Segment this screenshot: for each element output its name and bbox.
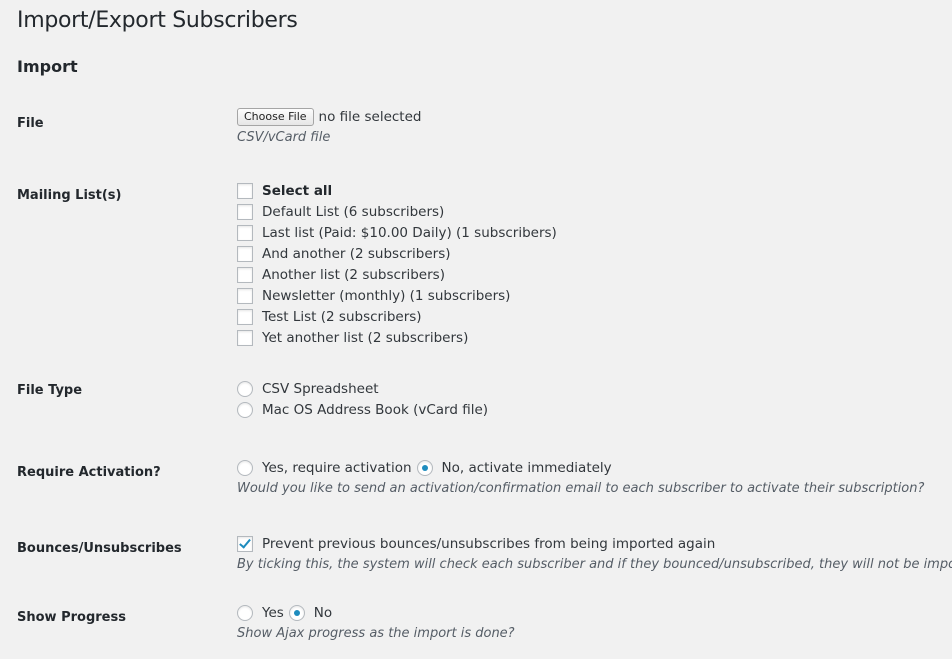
bounces-label: Bounces/Unsubscribes: [17, 541, 182, 556]
show-progress-field: Yes No Show Ajax progress as the import …: [237, 602, 515, 645]
mailing-list-checkbox[interactable]: [237, 203, 253, 220]
file-label: File: [17, 116, 44, 131]
progress-radio-yes[interactable]: [237, 604, 253, 621]
mailing-list-item[interactable]: Last list (Paid: $10.00 Daily) (1 subscr…: [237, 222, 557, 243]
file-type-radio-csv[interactable]: [237, 380, 253, 397]
progress-description: Show Ajax progress as the import is done…: [237, 626, 515, 641]
choose-file-button[interactable]: Choose File: [237, 108, 314, 126]
file-type-option-vcard[interactable]: Mac OS Address Book (vCard file): [237, 399, 488, 420]
mailing-list-checkbox[interactable]: [237, 224, 253, 241]
select-all-checkbox[interactable]: [237, 182, 253, 199]
file-status: no file selected: [318, 109, 422, 125]
file-type-field: CSV Spreadsheet Mac OS Address Book (vCa…: [237, 378, 488, 420]
progress-option-no[interactable]: No: [288, 602, 333, 623]
mailing-list-checkbox[interactable]: [237, 308, 253, 325]
bounces-option[interactable]: Prevent previous bounces/unsubscribes fr…: [237, 533, 952, 554]
bounces-field: Prevent previous bounces/unsubscribes fr…: [237, 533, 952, 576]
bounces-description: By ticking this, the system will check e…: [237, 557, 952, 572]
mailing-list-label: And another (2 subscribers): [262, 245, 451, 262]
mailing-list-item[interactable]: Another list (2 subscribers): [237, 264, 557, 285]
activation-radio-yes[interactable]: [237, 459, 253, 476]
show-progress-label: Show Progress: [17, 610, 126, 625]
activation-description: Would you like to send an activation/con…: [237, 481, 925, 496]
file-type-option-csv[interactable]: CSV Spreadsheet: [237, 378, 488, 399]
mailing-list-checkbox[interactable]: [237, 329, 253, 346]
mailing-list-item[interactable]: Yet another list (2 subscribers): [237, 327, 557, 348]
mailing-list-item[interactable]: And another (2 subscribers): [237, 243, 557, 264]
mailing-list-item[interactable]: Newsletter (monthly) (1 subscribers): [237, 285, 557, 306]
file-description: CSV/vCard file: [237, 130, 331, 145]
mailing-list-checkbox[interactable]: [237, 287, 253, 304]
progress-radio-no[interactable]: [288, 604, 305, 621]
file-type-label: File Type: [17, 383, 83, 398]
mailing-list-item[interactable]: Default List (6 subscribers): [237, 201, 557, 222]
activation-option-yes[interactable]: Yes, require activation: [237, 457, 412, 478]
require-activation-field: Yes, require activation No, activate imm…: [237, 457, 924, 500]
progress-option-yes[interactable]: Yes: [237, 602, 284, 623]
select-all-label: Select all: [262, 182, 333, 199]
select-all-option[interactable]: Select all: [237, 180, 557, 201]
mailing-list-label: Test List (2 subscribers): [262, 308, 422, 325]
bounces-checkbox[interactable]: [237, 535, 253, 552]
mailing-list-label: Last list (Paid: $10.00 Daily) (1 subscr…: [262, 224, 557, 241]
activation-option-no[interactable]: No, activate immediately: [416, 457, 612, 478]
mailing-lists-field: Select all Default List (6 subscribers) …: [237, 180, 557, 348]
section-title: Import: [17, 57, 78, 76]
file-type-label-vcard: Mac OS Address Book (vCard file): [262, 401, 489, 418]
bounces-checkbox-label: Prevent previous bounces/unsubscribes fr…: [262, 535, 716, 552]
file-field: Choose File no file selected CSV/vCard f…: [237, 107, 421, 149]
mailing-list-label: Yet another list (2 subscribers): [262, 329, 469, 346]
mailing-list-checkbox[interactable]: [237, 266, 253, 283]
activation-label-yes: Yes, require activation: [262, 459, 412, 476]
progress-label-no: No: [313, 604, 333, 621]
mailing-list-label: Another list (2 subscribers): [262, 266, 445, 283]
page-title: Import/Export Subscribers: [17, 8, 298, 33]
file-type-radio-vcard[interactable]: [237, 401, 253, 418]
mailing-list-checkbox[interactable]: [237, 245, 253, 262]
progress-label-yes: Yes: [262, 604, 284, 621]
mailing-list-label: Default List (6 subscribers): [262, 203, 445, 220]
file-type-label-csv: CSV Spreadsheet: [262, 380, 379, 397]
mailing-lists-label: Mailing List(s): [17, 188, 122, 203]
mailing-list-item[interactable]: Test List (2 subscribers): [237, 306, 557, 327]
activation-label-no: No, activate immediately: [441, 459, 612, 476]
activation-radio-no[interactable]: [416, 459, 433, 476]
mailing-list-label: Newsletter (monthly) (1 subscribers): [262, 287, 511, 304]
require-activation-label: Require Activation?: [17, 465, 161, 480]
